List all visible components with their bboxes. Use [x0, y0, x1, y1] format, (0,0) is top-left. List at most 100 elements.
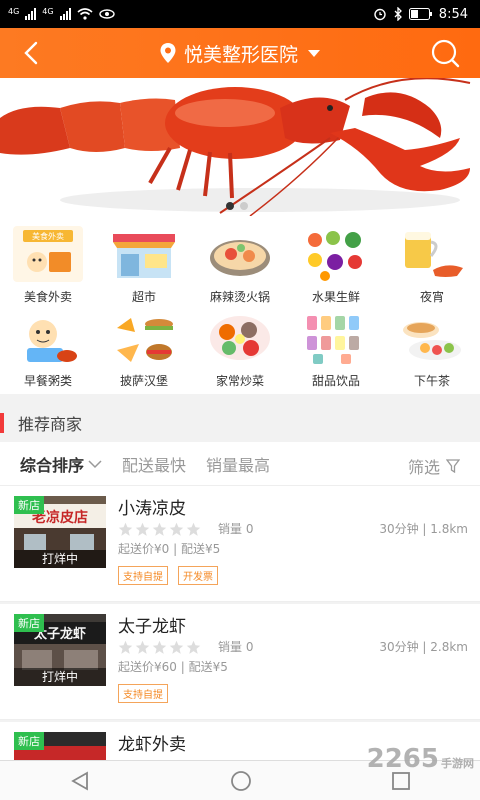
store-name: 龙虾外卖 — [118, 735, 186, 755]
star-icon — [186, 522, 201, 536]
filter-label: 筛选 — [407, 458, 440, 477]
store-thumbnail: 老凉皮店 新店 打烊中 — [14, 496, 106, 568]
location-name: 悦美整形医院 — [183, 43, 298, 66]
category-food-delivery[interactable]: 美食外卖 美食外卖 — [0, 226, 96, 305]
category-hotpot[interactable]: 麻辣烫火锅 — [192, 226, 288, 305]
store-name: 小涛凉皮 — [118, 499, 186, 519]
watermark-brand: 2265 — [366, 744, 439, 774]
store-card[interactable]: 太子龙虾 新店 打烊中 太子龙虾 销量 0 30分钟 | 2.8km 起送价¥6… — [0, 604, 480, 720]
status-right: 8:54 — [373, 7, 468, 22]
store-thumbnail: 新店 — [14, 732, 106, 760]
sales-count: 销量 0 — [218, 522, 254, 536]
chevron-down-icon — [88, 459, 102, 468]
category-fruit[interactable]: 水果生鲜 — [288, 226, 384, 305]
category-label: 夜宵 — [419, 290, 444, 304]
category-label: 披萨汉堡 — [119, 374, 168, 388]
supermarket-icon — [109, 226, 179, 282]
banner-carousel[interactable] — [0, 78, 480, 216]
location-pin-icon — [160, 43, 176, 63]
category-home-dishes[interactable]: 家常炒菜 — [192, 310, 288, 389]
tag-invoice: 开发票 — [178, 566, 218, 585]
afternoon-tea-icon — [397, 310, 467, 366]
filter-funnel-icon — [446, 459, 460, 473]
star-icon — [169, 522, 184, 536]
chevron-left-icon[interactable] — [18, 39, 46, 67]
category-label: 美食外卖 — [23, 290, 72, 304]
banner-indicator — [226, 202, 248, 210]
search-icon[interactable] — [430, 38, 460, 68]
category-label: 超市 — [131, 290, 156, 304]
category-label: 家常炒菜 — [215, 374, 264, 388]
delivery-eta-distance: 30分钟 | 1.8km — [379, 522, 468, 536]
rating-stars — [118, 640, 201, 655]
section-accent-bar — [0, 413, 4, 433]
tag-self-pickup: 支持自提 — [118, 566, 168, 585]
store-card[interactable]: 老凉皮店 新店 打烊中 小涛凉皮 销量 0 30分钟 | 1.8km 起送价¥0… — [0, 486, 480, 602]
bluetooth-icon — [394, 7, 402, 21]
new-store-badge: 新店 — [14, 732, 44, 750]
filter-button[interactable]: 筛选 — [408, 454, 460, 478]
category-supermarket[interactable]: 超市 — [96, 226, 192, 305]
sort-comprehensive[interactable]: 综合排序 — [20, 452, 102, 476]
closed-status: 打烊中 — [14, 550, 106, 568]
delivery-fee: 起送价¥60 | 配送¥5 — [118, 660, 228, 674]
desserts-icon — [301, 310, 371, 366]
network-type-1: 4G — [8, 7, 20, 16]
recommended-section-header: 推荐商家 — [0, 406, 480, 440]
category-label: 下午茶 — [413, 374, 450, 388]
signal-icon-2 — [59, 8, 71, 20]
top-header: 悦美整形医院 — [0, 28, 480, 78]
tag-self-pickup: 支持自提 — [118, 684, 168, 703]
star-icon — [135, 522, 150, 536]
home-circle-icon[interactable] — [230, 770, 252, 792]
signal-icon — [25, 8, 37, 20]
sort-label: 综合排序 — [20, 455, 85, 475]
category-desserts[interactable]: 甜品饮品 — [288, 310, 384, 389]
category-pizza-burger[interactable]: 披萨汉堡 — [96, 310, 192, 389]
category-label: 甜品饮品 — [311, 374, 360, 388]
back-triangle-icon[interactable] — [69, 770, 91, 792]
new-store-badge: 新店 — [14, 614, 44, 632]
star-icon — [152, 522, 167, 536]
category-afternoon-tea[interactable]: 下午茶 — [384, 310, 480, 389]
hotpot-icon — [205, 226, 275, 282]
star-icon — [186, 640, 201, 654]
star-icon — [135, 640, 150, 654]
section-title: 推荐商家 — [18, 415, 83, 434]
battery-icon — [408, 8, 432, 20]
star-icon — [118, 522, 133, 536]
food-delivery-icon: 美食外卖 — [13, 226, 83, 282]
status-bar: 4G 4G 8:54 — [0, 0, 480, 28]
category-label: 水果生鲜 — [311, 290, 360, 304]
sort-label: 配送最快 — [122, 455, 187, 475]
store-tags: 支持自提 开发票 — [118, 566, 218, 585]
banner-dot-1 — [226, 202, 234, 210]
star-icon — [152, 640, 167, 654]
clock: 8:54 — [438, 6, 468, 22]
banner-dot-2 — [240, 202, 248, 210]
new-store-badge: 新店 — [14, 496, 44, 514]
store-thumbnail: 太子龙虾 新店 打烊中 — [14, 614, 106, 686]
late-night-icon — [397, 226, 467, 282]
sort-fastest-delivery[interactable]: 配送最快 — [122, 452, 186, 476]
sort-top-sales[interactable]: 销量最高 — [206, 452, 270, 476]
category-grid: 美食外卖 美食外卖 超市 麻辣烫火锅 水果生鲜 夜宵 早餐粥类 披萨汉堡 家常炒… — [0, 216, 480, 394]
store-tags: 支持自提 — [118, 684, 168, 703]
site-watermark: 2265 手游网 — [367, 744, 474, 774]
sales-count: 销量 0 — [218, 640, 254, 654]
wifi-icon — [77, 8, 93, 20]
delivery-eta-distance: 30分钟 | 2.8km — [379, 640, 468, 654]
status-left: 4G 4G — [8, 8, 115, 20]
network-type-2: 4G — [42, 7, 54, 16]
category-label: 麻辣烫火锅 — [209, 290, 270, 304]
store-name: 太子龙虾 — [118, 617, 186, 637]
location-selector[interactable]: 悦美整形医院 — [160, 40, 320, 67]
category-late-night[interactable]: 夜宵 — [384, 226, 480, 305]
category-breakfast[interactable]: 早餐粥类 — [0, 310, 96, 389]
alarm-icon — [374, 8, 386, 21]
lobster-banner-image — [0, 78, 480, 216]
watermark-sub: 手游网 — [441, 757, 474, 770]
pizza-burger-icon — [109, 310, 179, 366]
breakfast-icon — [13, 310, 83, 366]
dropdown-caret-icon — [308, 49, 320, 57]
